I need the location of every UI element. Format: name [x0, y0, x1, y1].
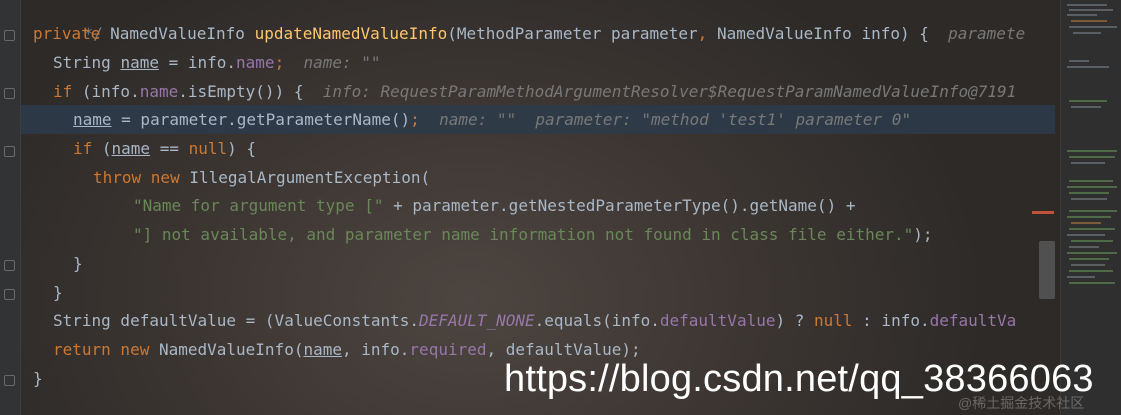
variable: name	[303, 340, 342, 359]
code-text: .equals(info.	[534, 311, 660, 330]
field: name	[139, 82, 179, 101]
code-line[interactable]: */	[45, 0, 103, 43]
code-text: (info.	[72, 82, 140, 101]
code-line[interactable]: if (info.name.isEmpty()) { info: Request…	[53, 78, 1016, 106]
code-line[interactable]: }	[53, 279, 63, 307]
sub-watermark: @稀土掘金技术社区	[958, 395, 1085, 411]
field: name	[236, 53, 275, 72]
code-line[interactable]: if (name == null) {	[73, 135, 256, 163]
code-minimap[interactable]	[1060, 0, 1121, 415]
variable: name	[111, 139, 151, 158]
scrollbar-thumb[interactable]	[1039, 241, 1055, 299]
keyword: null	[188, 139, 228, 158]
code-text: }	[73, 254, 83, 273]
variable: name	[120, 53, 159, 72]
code-text: (	[92, 139, 112, 158]
field: defaultVa	[929, 311, 1017, 330]
keyword: null	[814, 311, 853, 330]
code-text: .isEmpty()) {	[178, 82, 304, 101]
constant: DEFAULT_NONE	[419, 311, 535, 330]
code-text: = info.	[158, 53, 237, 72]
string-literal: "Name for argument type ["	[133, 196, 384, 215]
code-text: }	[33, 369, 43, 388]
keyword: return new	[53, 340, 150, 359]
code-line[interactable]: "Name for argument type [" + parameter.g…	[133, 192, 855, 220]
code-text: IllegalArgumentException(	[179, 168, 431, 187]
code-text: , info.	[341, 340, 410, 359]
code-line[interactable]: String defaultValue = (ValueConstants.DE…	[53, 307, 1016, 335]
fold-marker-icon[interactable]	[4, 146, 15, 157]
code-text: String defaultValue = (ValueConstants.	[53, 311, 420, 330]
code-text: String	[53, 53, 121, 72]
code-text: , defaultValue);	[486, 340, 641, 359]
keyword: throw new	[93, 168, 180, 187]
code-text: : info.	[852, 311, 930, 330]
inline-debug-hint: paramete	[948, 24, 1026, 43]
code-line[interactable]: String name = info.name; name: ""	[53, 49, 381, 77]
semicolon: ;	[274, 53, 285, 72]
code-text: }	[53, 283, 63, 302]
code-text: );	[913, 225, 933, 244]
fold-marker-icon[interactable]	[4, 88, 15, 99]
code-text: ==	[150, 139, 189, 158]
code-text: NamedValueInfo info) {	[707, 24, 929, 43]
inline-debug-hint: name: ""	[303, 53, 381, 72]
code-line[interactable]: name = parameter.getParameterName(); nam…	[73, 106, 911, 134]
semicolon: ;	[410, 110, 420, 129]
fold-marker-icon[interactable]	[4, 375, 15, 386]
code-text: NamedValueInfo	[100, 24, 255, 43]
keyword: private	[33, 24, 101, 43]
keyword: if	[73, 139, 93, 158]
inline-debug-hint: name: ""	[439, 110, 517, 129]
code-editor[interactable]: */ private NamedValueInfo updateNamedVal…	[0, 0, 1121, 415]
fold-marker-icon[interactable]	[4, 30, 15, 41]
fold-marker-icon[interactable]	[4, 260, 15, 271]
code-line[interactable]: "] not available, and parameter name inf…	[133, 221, 933, 249]
method-name: updateNamedValueInfo	[254, 24, 448, 43]
variable: name	[73, 110, 112, 129]
fold-marker-icon[interactable]	[4, 289, 15, 300]
keyword: if	[53, 82, 73, 101]
code-text: ) ?	[775, 311, 814, 330]
code-text: NamedValueInfo(	[149, 340, 304, 359]
editor-gutter	[0, 0, 21, 415]
code-line[interactable]: }	[73, 250, 83, 278]
inline-debug-hint: info: RequestParamMethodArgumentResolver…	[322, 82, 1017, 101]
comma: ,	[697, 24, 708, 43]
code-text: ) {	[227, 139, 257, 158]
field: required	[409, 340, 487, 359]
inline-debug-hint: parameter: "method 'test1' parameter 0"	[535, 110, 912, 129]
code-line[interactable]: throw new IllegalArgumentException(	[93, 164, 430, 192]
code-line[interactable]: private NamedValueInfo updateNamedValueI…	[33, 20, 1025, 48]
code-text: (MethodParameter parameter	[447, 24, 698, 43]
code-text: = parameter.getParameterName()	[111, 110, 411, 129]
string-literal: "] not available, and parameter name inf…	[133, 225, 914, 244]
field: defaultValue	[659, 311, 776, 330]
error-marker[interactable]	[1032, 211, 1054, 214]
code-text: + parameter.getNestedParameterType().get…	[383, 196, 856, 215]
code-line[interactable]: }	[33, 365, 43, 393]
